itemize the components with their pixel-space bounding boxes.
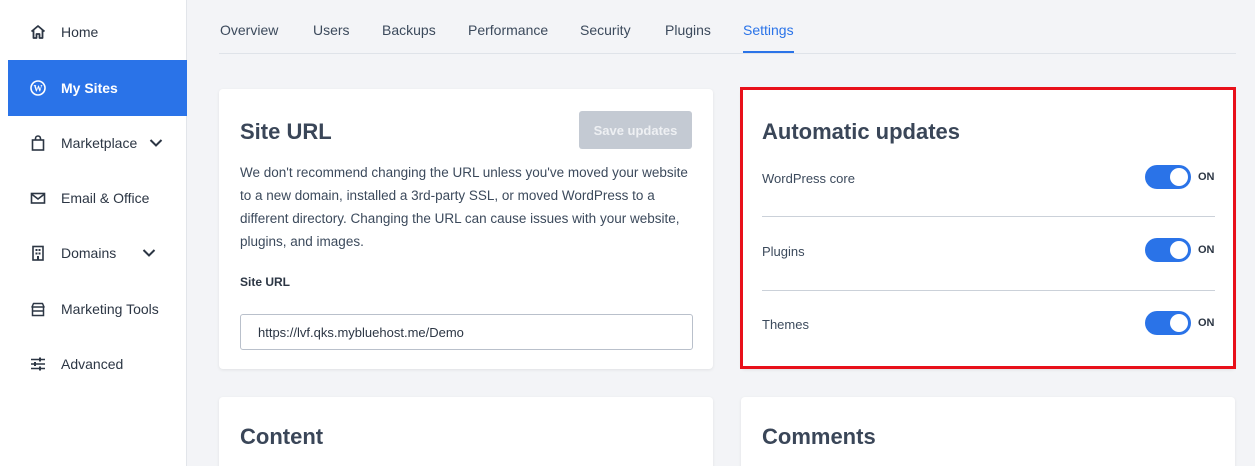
content-card: Content [219,397,713,466]
active-tab-indicator [743,51,794,53]
sidebar-item-label: Email & Office [61,190,150,206]
tab-performance[interactable]: Performance [468,22,548,38]
sidebar-item-label: My Sites [61,80,118,96]
site-tabs: Overview Users Backups Performance Secur… [219,0,1236,54]
site-url-label: Site URL [240,275,291,289]
site-url-description: We don't recommend changing the URL unle… [240,165,688,249]
update-row-label: Themes [762,317,809,332]
sidebar-item-domains[interactable]: Domains [8,225,187,281]
shopping-bag-icon [30,135,46,151]
wordpress-icon: W [30,80,46,96]
divider [762,216,1215,217]
divider [762,290,1215,291]
card-title: Content [240,424,324,449]
store-icon [30,301,46,317]
sidebar-item-email-office[interactable]: Email & Office [8,170,187,226]
sidebar-item-label: Marketing Tools [61,301,159,317]
update-row-label: WordPress core [762,171,855,186]
sliders-icon [30,356,46,372]
save-updates-button[interactable]: Save updates [579,111,692,149]
wordpress-core-toggle[interactable] [1145,165,1191,189]
tab-users[interactable]: Users [313,22,350,38]
sidebar-item-label: Advanced [61,356,124,372]
themes-toggle[interactable] [1145,311,1191,335]
automatic-updates-card: Automatic updates WordPress core ON Plug… [741,89,1235,369]
chevron-down-icon[interactable] [149,138,163,148]
chevron-down-icon[interactable] [142,248,156,258]
toggle-state: ON [1198,317,1215,329]
update-row-themes: Themes ON [762,295,1215,368]
update-row-wordpress-core: WordPress core ON [762,149,1215,222]
site-url-card: Site URL Save updates We don't recommend… [219,89,713,369]
card-title: Site URL [240,119,332,144]
card-title: Comments [762,424,876,449]
toggle-state: ON [1198,244,1215,256]
update-row-label: Plugins [762,244,805,259]
sidebar-item-label: Home [61,24,99,40]
card-title: Automatic updates [762,119,961,144]
site-url-input[interactable] [240,314,693,350]
sidebar-item-label: Marketplace [61,135,138,151]
sidebar-item-advanced[interactable]: Advanced [8,336,187,392]
tab-backups[interactable]: Backups [382,22,436,38]
comments-card: Comments [741,397,1235,466]
tab-security[interactable]: Security [580,22,631,38]
svg-text:W: W [34,84,43,94]
mail-icon [30,190,46,206]
home-icon [30,24,46,40]
sidebar-item-home[interactable]: Home [8,4,187,60]
tab-plugins[interactable]: Plugins [665,22,711,38]
sidebar-item-my-sites[interactable]: W My Sites [8,60,187,116]
plugins-toggle[interactable] [1145,238,1191,262]
toggle-state: ON [1198,171,1215,183]
building-icon [30,245,46,261]
sidebar: Home W My Sites Marketplace Email & Offi… [0,0,187,466]
sidebar-item-label: Domains [61,245,117,261]
update-row-plugins: Plugins ON [762,221,1215,294]
sidebar-item-marketing-tools[interactable]: Marketing Tools [8,281,187,337]
sidebar-item-marketplace[interactable]: Marketplace [8,115,187,171]
tab-overview[interactable]: Overview [220,22,278,38]
tab-settings[interactable]: Settings [743,22,794,38]
